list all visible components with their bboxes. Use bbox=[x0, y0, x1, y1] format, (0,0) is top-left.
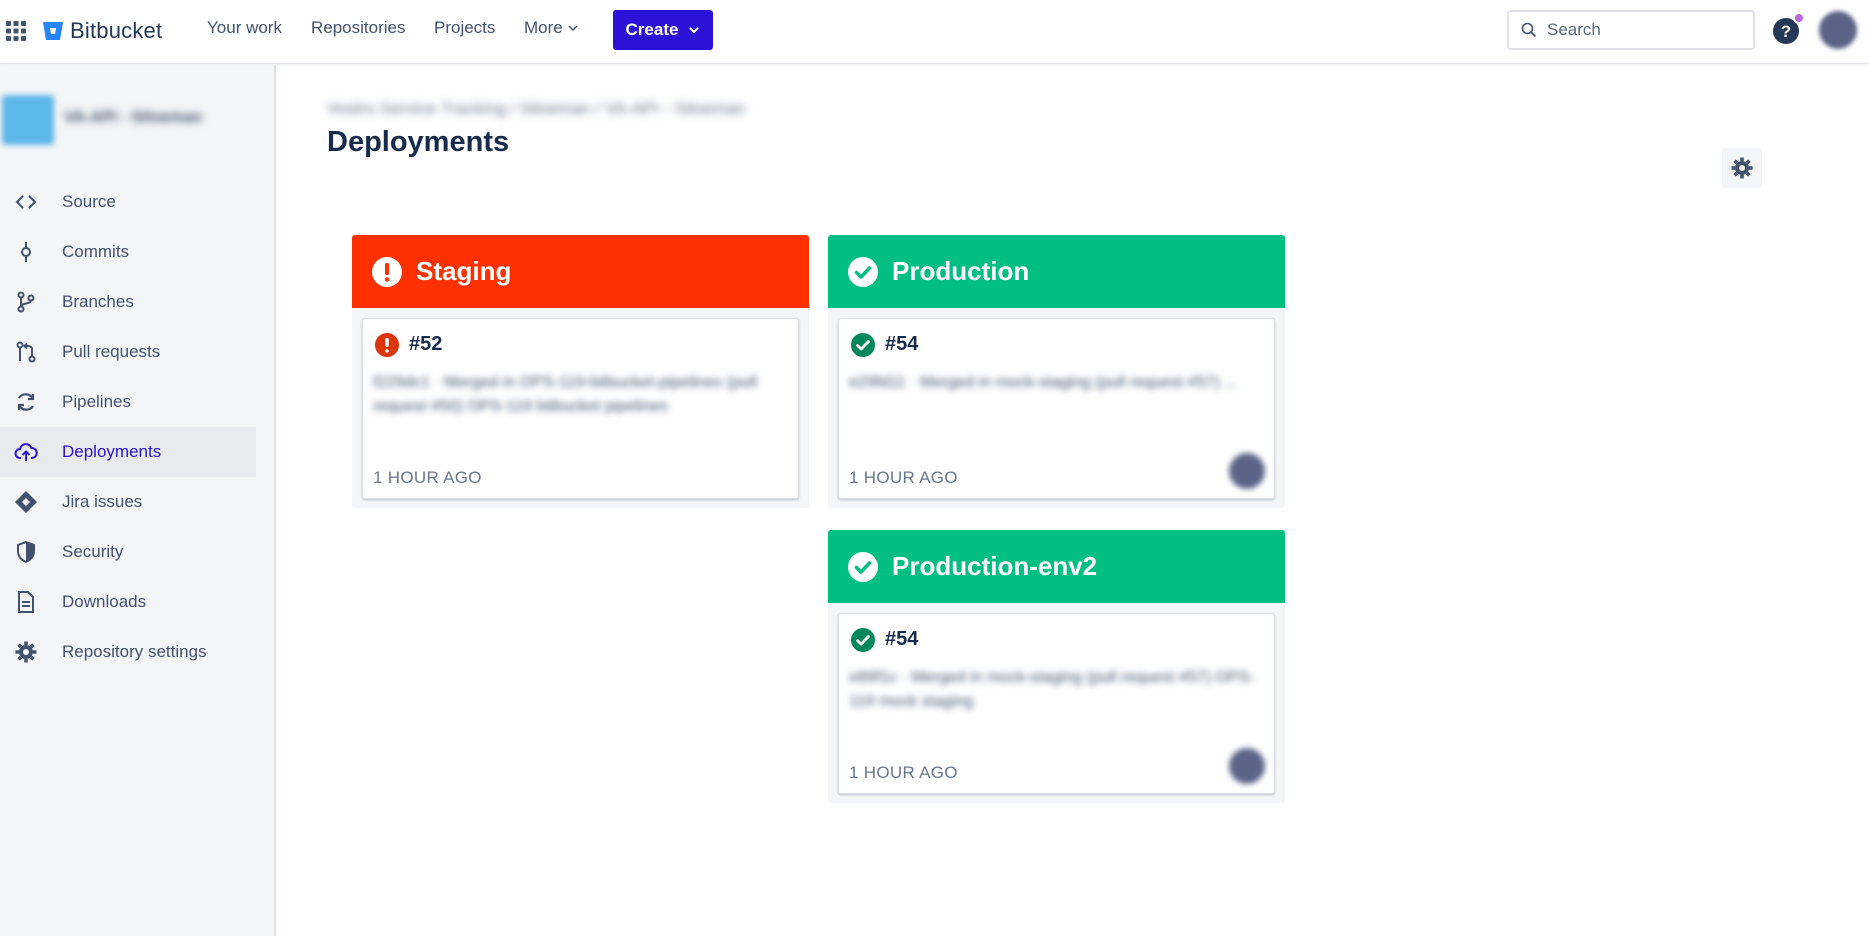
environment-production: Production #54 e29fd11 · Merged in mock-… bbox=[828, 235, 1285, 508]
deployer-avatar bbox=[1229, 748, 1265, 784]
sidebar-item-label: Downloads bbox=[62, 592, 147, 611]
sidebar-item-label: Commits bbox=[62, 242, 130, 261]
branch-icon bbox=[17, 291, 35, 313]
sidebar-item-pull-requests[interactable]: Pull requests bbox=[0, 327, 256, 377]
bitbucket-icon bbox=[43, 22, 63, 40]
sidebar-item-label: Jira issues bbox=[62, 492, 143, 511]
error-icon bbox=[372, 256, 402, 287]
sidebar-item-jira-issues[interactable]: Jira issues bbox=[0, 477, 256, 527]
success-icon bbox=[848, 551, 878, 582]
repository-header[interactable]: VA-API - Siloeman bbox=[2, 91, 252, 147]
chevron-down-icon bbox=[689, 27, 700, 34]
logo-text: Bitbucket bbox=[70, 18, 163, 43]
repository-name: VA-API - Siloeman bbox=[64, 109, 203, 126]
sidebar-item-repository-settings[interactable]: Repository settings bbox=[0, 627, 256, 677]
error-icon bbox=[375, 333, 399, 357]
environment-staging: Staging #52 f229dc1 · Merged in OPS-119-… bbox=[352, 235, 809, 508]
deployment-number[interactable]: #54 bbox=[885, 333, 918, 356]
code-icon bbox=[15, 195, 37, 209]
nav-your-work[interactable]: Your work bbox=[207, 18, 282, 38]
gear-icon bbox=[15, 641, 37, 663]
success-icon bbox=[848, 256, 878, 287]
page-title: Deployments bbox=[327, 126, 510, 158]
commit-icon bbox=[21, 242, 31, 262]
sidebar-item-label: Security bbox=[62, 542, 124, 561]
breadcrumb[interactable]: Vostro Service Tracking / Siloeman / VA-… bbox=[327, 99, 745, 119]
sidebar-item-deployments[interactable]: Deployments bbox=[0, 427, 256, 477]
app-switcher-icon[interactable] bbox=[5, 20, 27, 42]
environment-production-env2: Production-env2 #54 e89f1c · Merged in m… bbox=[828, 530, 1285, 803]
success-icon bbox=[851, 628, 875, 652]
sidebar-item-label: Repository settings bbox=[62, 642, 207, 661]
commit-message[interactable]: e89f1c · Merged in mock-staging (pull re… bbox=[849, 666, 1259, 714]
search-box[interactable] bbox=[1507, 10, 1755, 50]
sidebar-item-pipelines[interactable]: Pipelines bbox=[0, 377, 256, 427]
sidebar-item-label: Branches bbox=[62, 292, 134, 311]
gear-icon bbox=[1731, 157, 1753, 179]
deployment-card[interactable]: #54 e89f1c · Merged in mock-staging (pul… bbox=[838, 613, 1275, 794]
deployment-number[interactable]: #54 bbox=[885, 628, 918, 651]
nav-projects[interactable]: Projects bbox=[434, 18, 495, 38]
sidebar-item-label: Pipelines bbox=[62, 392, 131, 411]
deployer-avatar bbox=[1229, 453, 1265, 489]
svg-text:?: ? bbox=[1781, 22, 1791, 41]
environment-header[interactable]: Staging bbox=[352, 235, 809, 308]
top-navigation: Bitbucket Your work Repositories Project… bbox=[0, 0, 1869, 64]
sidebar-item-security[interactable]: Security bbox=[0, 527, 256, 577]
environment-name: Production-env2 bbox=[892, 551, 1098, 581]
pull-request-icon bbox=[16, 341, 36, 363]
success-icon bbox=[851, 333, 875, 357]
deployment-time: 1 HOUR AGO bbox=[849, 468, 958, 487]
cloud-upload-icon bbox=[14, 443, 38, 461]
deployment-card[interactable]: #54 e29fd11 · Merged in mock-staging (pu… bbox=[838, 318, 1275, 499]
jira-icon bbox=[15, 491, 37, 513]
create-button-label: Create bbox=[625, 20, 679, 39]
shield-icon bbox=[17, 540, 35, 564]
sidebar-item-label: Pull requests bbox=[62, 342, 161, 361]
notification-dot bbox=[1793, 12, 1805, 24]
sidebar-item-downloads[interactable]: Downloads bbox=[0, 577, 256, 627]
sidebar-item-commits[interactable]: Commits bbox=[0, 227, 256, 277]
deployment-number[interactable]: #52 bbox=[409, 333, 442, 356]
deployment-time: 1 HOUR AGO bbox=[373, 468, 482, 487]
pipelines-icon bbox=[17, 393, 35, 411]
sidebar-item-label: Source bbox=[62, 192, 116, 211]
deployment-settings-button[interactable] bbox=[1722, 148, 1762, 188]
environment-name: Staging bbox=[416, 256, 512, 286]
sidebar-item-source[interactable]: Source bbox=[0, 177, 256, 227]
environment-header[interactable]: Production bbox=[828, 235, 1285, 308]
deployment-time: 1 HOUR AGO bbox=[849, 763, 958, 782]
document-icon bbox=[18, 591, 34, 613]
chevron-down-icon bbox=[568, 25, 578, 32]
environment-name: Production bbox=[892, 256, 1030, 286]
search-icon bbox=[1521, 22, 1537, 38]
user-avatar[interactable] bbox=[1819, 11, 1857, 49]
create-button[interactable]: Create bbox=[613, 10, 713, 50]
nav-more[interactable]: More bbox=[524, 18, 579, 38]
repository-avatar bbox=[2, 95, 54, 145]
sidebar-item-label: Deployments bbox=[62, 442, 162, 461]
sidebar: VA-API - Siloeman Source Commits Branche… bbox=[0, 65, 276, 936]
bitbucket-logo[interactable]: Bitbucket bbox=[42, 17, 162, 45]
search-input[interactable] bbox=[1547, 20, 1737, 40]
sidebar-item-branches[interactable]: Branches bbox=[0, 277, 256, 327]
environment-header[interactable]: Production-env2 bbox=[828, 530, 1285, 603]
nav-more-label: More bbox=[524, 18, 563, 37]
nav-repositories[interactable]: Repositories bbox=[311, 18, 406, 38]
commit-message[interactable]: e29fd11 · Merged in mock-staging (pull r… bbox=[849, 371, 1259, 395]
deployment-card[interactable]: #52 f229dc1 · Merged in OPS-119-bitbucke… bbox=[362, 318, 799, 499]
commit-message[interactable]: f229dc1 · Merged in OPS-119-bitbucket-pi… bbox=[373, 371, 783, 419]
